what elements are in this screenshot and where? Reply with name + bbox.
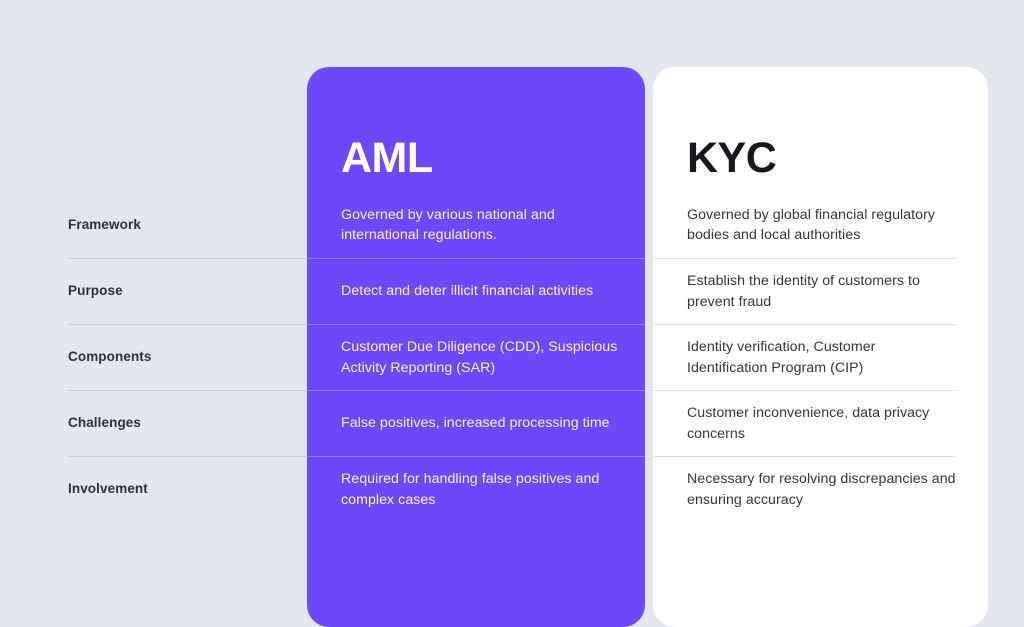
row-label-framework: Framework — [68, 192, 308, 258]
table-cell: Required for handling false positives an… — [307, 456, 645, 522]
column-header-aml: AML — [307, 67, 645, 192]
cell-text: Governed by various national and interna… — [341, 206, 555, 243]
row-label-text: Framework — [68, 216, 141, 232]
table-cell: Governed by global financial regulatory … — [653, 192, 988, 258]
column-title: AML — [341, 134, 433, 182]
cell-text: Necessary for resolving discrepancies an… — [687, 471, 956, 508]
column-cells-kyc: Governed by global financial regulatory … — [653, 192, 988, 522]
row-label-purpose: Purpose — [68, 258, 308, 324]
table-cell: Customer inconvenience, data privacy con… — [653, 390, 956, 456]
column-card-aml: AML Governed by various national and int… — [307, 67, 645, 627]
row-label-challenges: Challenges — [68, 390, 308, 456]
comparison-table: Framework Purpose Components Challenges … — [0, 0, 1024, 627]
cell-text: Establish the identity of customers to p… — [687, 273, 920, 310]
column-card-kyc: KYC Governed by global financial regulat… — [653, 67, 988, 627]
cell-text: Customer Due Diligence (CDD), Suspicious… — [341, 339, 618, 376]
table-cell: Governed by various national and interna… — [307, 192, 645, 258]
row-label-involvement: Involvement — [68, 456, 308, 522]
table-cell: Customer Due Diligence (CDD), Suspicious… — [307, 324, 645, 390]
table-cell: False positives, increased processing ti… — [307, 390, 645, 456]
row-label-text: Involvement — [68, 481, 148, 497]
cell-text: False positives, increased processing ti… — [341, 415, 610, 432]
column-header-kyc: KYC — [653, 67, 988, 192]
cell-text: Customer inconvenience, data privacy con… — [687, 405, 930, 442]
row-label-column: Framework Purpose Components Challenges … — [68, 192, 308, 522]
cell-text: Required for handling false positives an… — [341, 471, 600, 508]
row-label-text: Challenges — [68, 415, 142, 431]
table-cell: Identity verification, Customer Identifi… — [653, 324, 956, 390]
table-cell: Establish the identity of customers to p… — [653, 258, 956, 324]
table-cell: Detect and deter illicit financial activ… — [307, 258, 645, 324]
table-cell: Necessary for resolving discrepancies an… — [653, 456, 956, 522]
row-label-components: Components — [68, 324, 308, 390]
row-label-text: Purpose — [68, 283, 123, 299]
cell-text: Identity verification, Customer Identifi… — [687, 339, 876, 376]
column-cells-aml: Governed by various national and interna… — [307, 192, 645, 522]
cell-text: Governed by global financial regulatory … — [687, 206, 936, 243]
column-title: KYC — [687, 134, 777, 182]
row-label-text: Components — [68, 349, 152, 365]
cell-text: Detect and deter illicit financial activ… — [341, 283, 594, 300]
